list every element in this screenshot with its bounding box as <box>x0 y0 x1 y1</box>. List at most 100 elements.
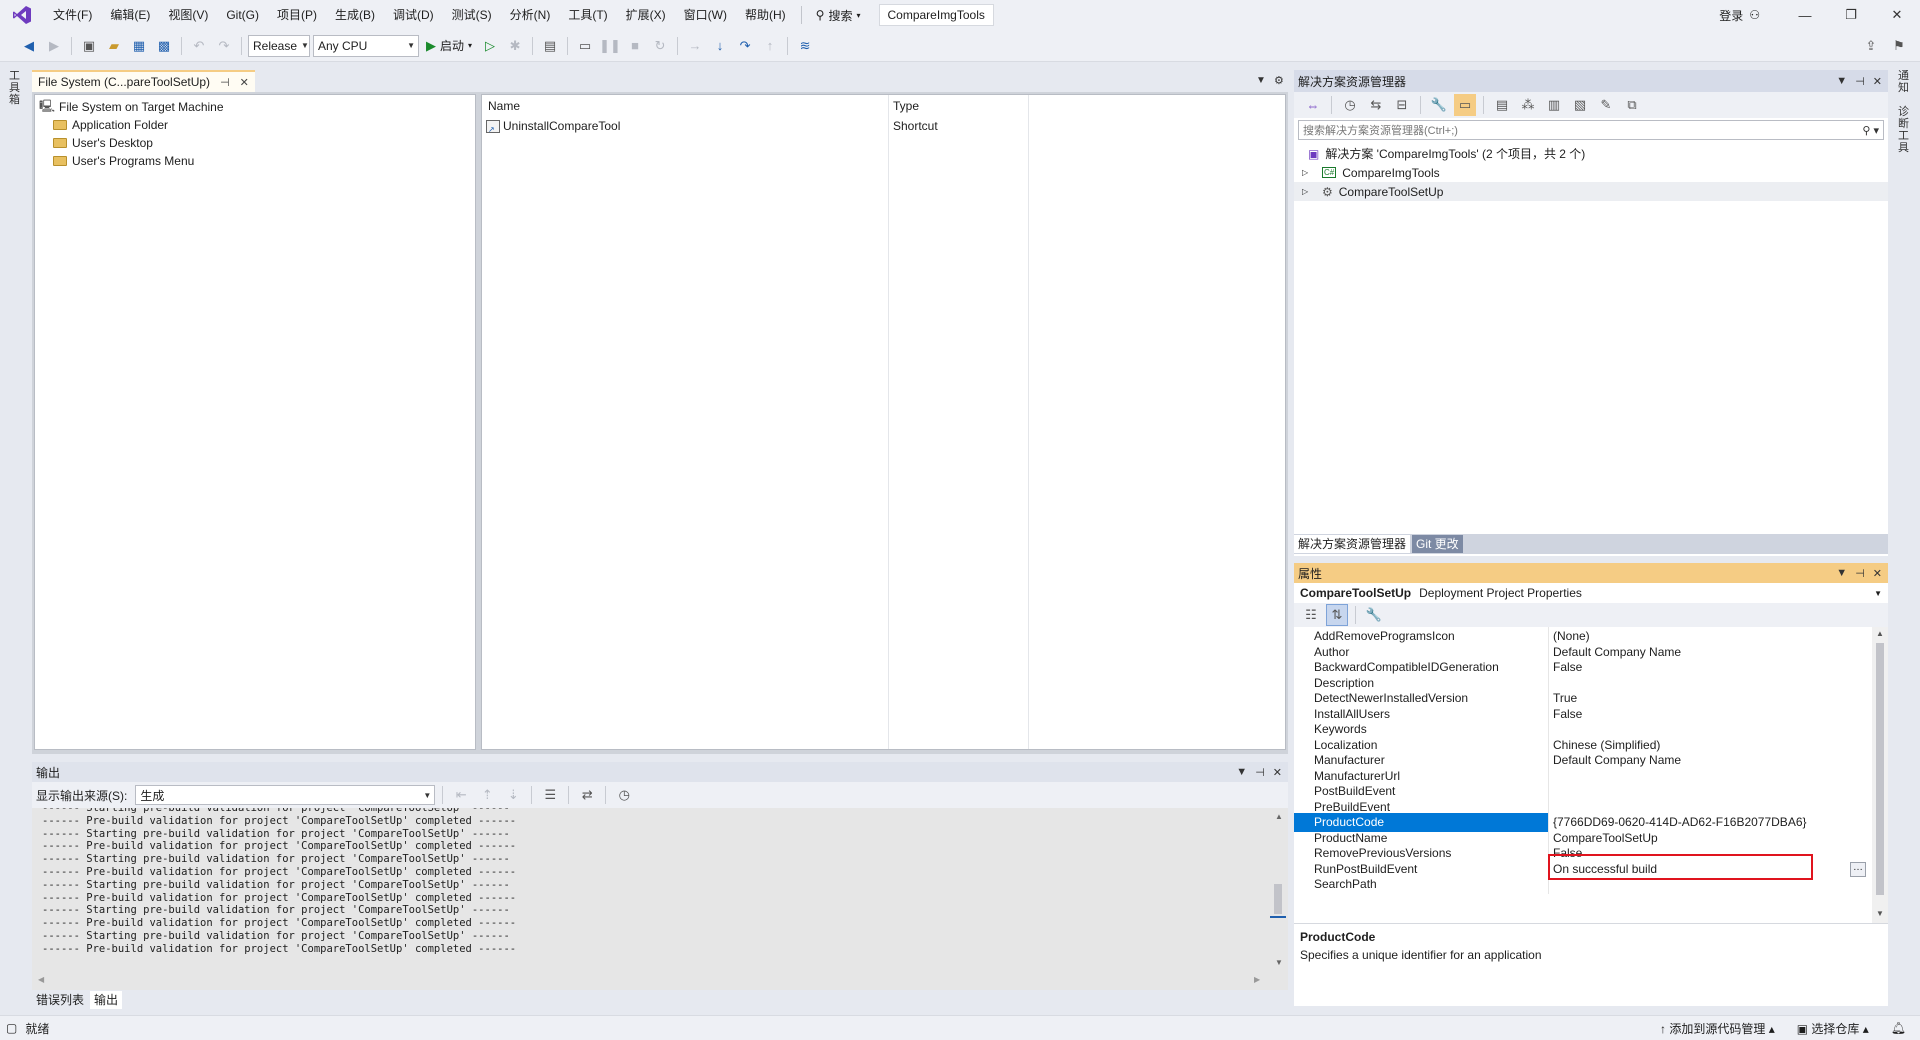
output-hscrollbar[interactable]: ◀ ▶ <box>32 972 1288 990</box>
forward-icon[interactable]: ▶ <box>43 35 65 57</box>
show-next-statement-icon[interactable]: → <box>684 35 706 57</box>
browse-icon[interactable]: ▤ <box>539 35 561 57</box>
open-folder-icon[interactable]: ▰ <box>103 35 125 57</box>
tab-error-list[interactable]: 错误列表 <box>32 991 88 1009</box>
word-wrap-icon[interactable]: ⇄ <box>576 784 598 806</box>
properties-wrench-icon[interactable]: 🔧 <box>1428 94 1450 116</box>
search-button[interactable]: ⚲ 搜索 ▾ <box>808 4 869 26</box>
tree-root[interactable]: 🖳 File System on Target Machine <box>35 98 475 116</box>
close-window-button[interactable]: ✕ <box>1874 0 1920 30</box>
pin-icon[interactable]: ⊣ <box>1255 766 1265 779</box>
start-without-debug-icon[interactable]: ▷ <box>479 35 501 57</box>
feedback-icon[interactable]: ⚑ <box>1888 35 1910 57</box>
pause-icon[interactable]: ❚❚ <box>599 35 621 57</box>
menu-item[interactable]: 窗口(W) <box>675 4 736 26</box>
object-selector[interactable]: CompareToolSetUp Deployment Project Prop… <box>1294 583 1888 603</box>
column-header-type[interactable]: Type <box>893 99 919 115</box>
tab-output[interactable]: 输出 <box>90 991 123 1009</box>
preview-selected-icon[interactable]: ▭ <box>1454 94 1476 116</box>
close-pane-icon[interactable]: ✕ <box>1273 766 1282 779</box>
menu-item[interactable]: Git(G) <box>217 4 268 26</box>
step-into-icon[interactable]: ↓ <box>709 35 731 57</box>
window-position-icon[interactable]: ▼ <box>1236 766 1247 779</box>
configuration-dropdown[interactable]: Release ▼ <box>248 34 310 57</box>
menu-item[interactable]: 测试(S) <box>443 4 501 26</box>
user-interface-editor-icon[interactable]: ▧ <box>1569 94 1591 116</box>
tab-file-system[interactable]: File System (C...pareToolSetUp) ⊣ ✕ <box>32 70 255 92</box>
tree-item[interactable]: Application Folder <box>35 116 475 134</box>
output-source-dropdown[interactable]: 生成 ▼ <box>135 785 436 805</box>
menu-item[interactable]: 生成(B) <box>326 4 384 26</box>
window-position-icon[interactable]: ▼ <box>1836 567 1847 580</box>
select-repository-button[interactable]: ▣ 选择仓库 ▴ <box>1797 1020 1869 1037</box>
close-tab-icon[interactable]: ✕ <box>240 76 249 89</box>
account-icon[interactable]: ⚇ <box>1749 8 1760 22</box>
minimize-button[interactable]: — <box>1782 0 1828 30</box>
output-text[interactable]: ------ Starting pre-build validation for… <box>32 808 1276 972</box>
menu-item[interactable]: 扩展(X) <box>617 4 675 26</box>
tree-item[interactable]: User's Programs Menu <box>35 152 475 170</box>
properties-scrollbar[interactable]: ▲ ▼ <box>1872 627 1888 923</box>
save-all-icon[interactable]: ▩ <box>153 35 175 57</box>
property-pages-wrench-icon[interactable]: 🔧 <box>1363 604 1385 626</box>
project-node-compareimgtools[interactable]: ▷ C# CompareImgTools <box>1294 163 1888 182</box>
switch-views-icon[interactable]: ⇔ <box>1302 94 1324 116</box>
window-position-icon[interactable]: ▼ <box>1836 75 1847 88</box>
undo-icon[interactable]: ↶ <box>188 35 210 57</box>
sync-with-document-icon[interactable]: ⇆ <box>1365 94 1387 116</box>
pending-changes-filter-icon[interactable]: ◷ <box>1339 94 1361 116</box>
diagnostics-icon[interactable]: ≋ <box>794 35 816 57</box>
launch-conditions-editor-icon[interactable]: ⧉ <box>1621 94 1643 116</box>
restart-icon[interactable]: ↻ <box>649 35 671 57</box>
step-over-icon[interactable]: ↷ <box>734 35 756 57</box>
hot-reload-icon[interactable]: ✱ <box>504 35 526 57</box>
collapse-all-icon[interactable]: ⊟ <box>1391 94 1413 116</box>
alphabetical-icon[interactable]: ⇅ <box>1326 604 1348 626</box>
project-node-comparetoolsetup[interactable]: ▷ ⚙ CompareToolSetUp <box>1294 182 1888 201</box>
add-to-source-control-button[interactable]: ↑ 添加到源代码管理 ▴ <box>1660 1020 1775 1037</box>
settings-gear-icon[interactable]: ⚙ <box>1274 74 1284 87</box>
pin-icon[interactable]: ⊣ <box>220 76 230 89</box>
save-icon[interactable]: ▦ <box>128 35 150 57</box>
previous-message-icon[interactable]: ⇡ <box>476 784 498 806</box>
file-system-editor-icon[interactable]: ▤ <box>1491 94 1513 116</box>
tree-item[interactable]: User's Desktop <box>35 134 475 152</box>
expand-arrow-icon[interactable]: ▷ <box>1302 168 1316 177</box>
pin-icon[interactable]: ⊣ <box>1855 75 1865 88</box>
tab-solution-explorer[interactable]: 解决方案资源管理器 <box>1294 535 1411 553</box>
output-scroll-thumb[interactable] <box>1274 884 1282 914</box>
menu-item[interactable]: 文件(F) <box>44 4 101 26</box>
properties-scroll-thumb[interactable] <box>1876 643 1884 895</box>
custom-actions-editor-icon[interactable]: ✎ <box>1595 94 1617 116</box>
notifications-bell-icon[interactable]: 🔔︎ <box>1891 1021 1906 1035</box>
menu-item[interactable]: 调试(D) <box>384 4 443 26</box>
new-project-icon[interactable]: ▣ <box>78 35 100 57</box>
menu-item[interactable]: 编辑(E) <box>101 4 159 26</box>
expand-arrow-icon[interactable]: ▷ <box>1302 187 1316 196</box>
tab-list-dropdown-icon[interactable]: ▼ <box>1256 75 1266 86</box>
menu-item[interactable]: 工具(T) <box>559 4 616 26</box>
ellipsis-button[interactable]: … <box>1850 862 1866 877</box>
platform-dropdown[interactable]: Any CPU ▼ <box>313 34 419 57</box>
redo-icon[interactable]: ↷ <box>213 35 235 57</box>
menu-item[interactable]: 视图(V) <box>159 4 217 26</box>
notifications-tab[interactable]: 通知 <box>1898 70 1912 94</box>
column-header-name[interactable]: Name <box>488 99 520 115</box>
search-icon[interactable]: ⚲ ▾ <box>1862 124 1879 137</box>
close-pane-icon[interactable]: ✕ <box>1873 567 1882 580</box>
timestamp-icon[interactable]: ◷ <box>613 784 635 806</box>
registry-editor-icon[interactable]: ⁂ <box>1517 94 1539 116</box>
file-types-editor-icon[interactable]: ▥ <box>1543 94 1565 116</box>
stop-icon[interactable]: ■ <box>624 35 646 57</box>
restore-button[interactable]: ❐ <box>1828 0 1874 30</box>
tab-git-changes[interactable]: Git 更改 <box>1412 535 1463 553</box>
layout-icon[interactable]: ▭ <box>574 35 596 57</box>
list-item[interactable]: ↗ UninstallCompareTool <box>486 117 1026 135</box>
solution-node[interactable]: ▣ 解决方案 'CompareImgTools' (2 个项目，共 2 个) <box>1294 144 1888 163</box>
step-out-icon[interactable]: ↑ <box>759 35 781 57</box>
find-message-icon[interactable]: ⇤ <box>450 784 472 806</box>
close-pane-icon[interactable]: ✕ <box>1873 75 1882 88</box>
back-icon[interactable]: ◀ <box>18 35 40 57</box>
clear-all-icon[interactable]: ☰ <box>539 784 561 806</box>
diagnostic-tools-tab[interactable]: 诊断工具 <box>1898 106 1912 154</box>
